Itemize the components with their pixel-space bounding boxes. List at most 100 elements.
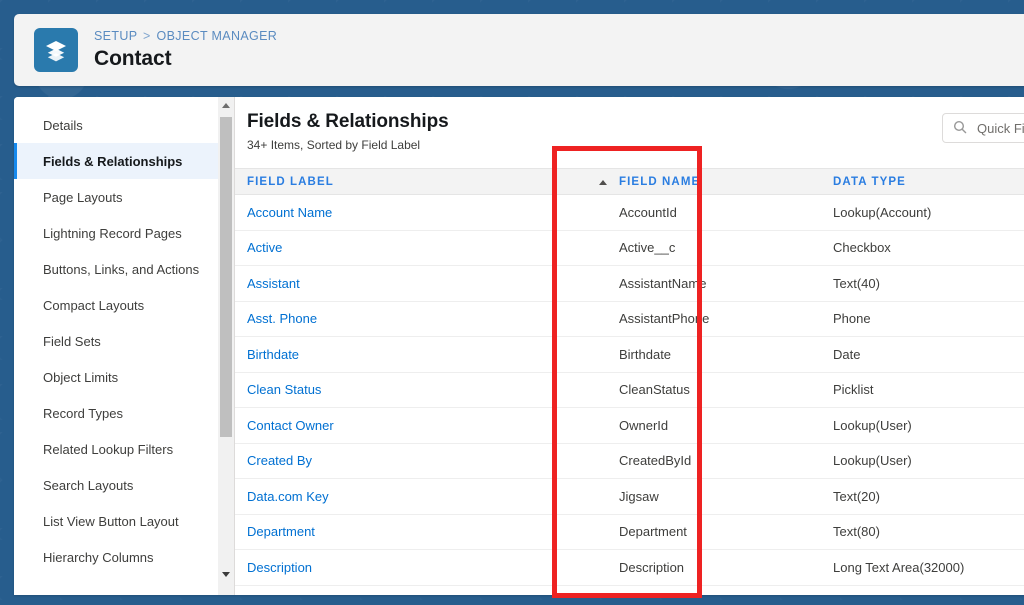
- cell-data-type: Text(40): [821, 265, 1024, 302]
- fields-relationships-panel: Fields & Relationships 34+ Items, Sorted…: [235, 97, 1024, 595]
- sidebar-item-compact-layouts[interactable]: Compact Layouts: [14, 287, 218, 323]
- sidebar-item-record-types[interactable]: Record Types: [14, 395, 218, 431]
- table-header-row: FIELD LABEL FIELD NAME DATA TYPE: [235, 168, 1024, 195]
- sidebar-item-details[interactable]: Details: [14, 107, 218, 143]
- sidebar-scrollbar[interactable]: [218, 97, 235, 595]
- sidebar-item-label: List View Button Layout: [43, 513, 179, 529]
- cell-field-label: Created By: [235, 443, 583, 479]
- sidebar-item-list-view-button-layout[interactable]: List View Button Layout: [14, 503, 218, 539]
- sidebar-item-label: Compact Layouts: [43, 297, 145, 313]
- sidebar-item-hierarchy-columns[interactable]: Hierarchy Columns: [14, 539, 218, 575]
- search-icon: [953, 120, 967, 137]
- scrollbar-thumb[interactable]: [220, 117, 232, 437]
- sidebar-item-label: Related Lookup Filters: [43, 441, 174, 457]
- sidebar-item-buttons-links-actions[interactable]: Buttons, Links, and Actions: [14, 251, 218, 287]
- field-label-link[interactable]: Department: [247, 524, 315, 539]
- cell-field-label: Birthdate: [235, 336, 583, 373]
- layers-stack-icon: [34, 28, 78, 72]
- cell-field-name: Jigsaw: [583, 478, 821, 515]
- table-row[interactable]: Asst. Phone AssistantPhone Phone: [235, 301, 1024, 337]
- cell-field-label: Asst. Phone: [235, 301, 583, 337]
- cell-field-label: Contact Owner: [235, 407, 583, 444]
- table-row[interactable]: Account Name AccountId Lookup(Account): [235, 194, 1024, 231]
- sidebar-item-lightning-record-pages[interactable]: Lightning Record Pages: [14, 215, 218, 251]
- cell-field-label: Assistant: [235, 265, 583, 302]
- cell-field-name: Department: [583, 514, 821, 550]
- cell-field-name: AccountId: [583, 194, 821, 231]
- scroll-down-arrow-icon[interactable]: [218, 566, 234, 583]
- field-label-link[interactable]: Asst. Phone: [247, 311, 317, 326]
- cell-data-type: Lookup(Account): [821, 194, 1024, 231]
- field-label-link[interactable]: Account Name: [247, 205, 332, 220]
- breadcrumb-setup[interactable]: SETUP: [94, 29, 137, 43]
- fields-table-body: Account Name AccountId Lookup(Account) A…: [235, 194, 1024, 586]
- sidebar-item-label: Page Layouts: [43, 189, 123, 205]
- column-header-label: FIELD LABEL: [247, 175, 334, 188]
- column-header-field-name[interactable]: FIELD NAME: [583, 168, 821, 195]
- cell-data-type: Picklist: [821, 372, 1024, 408]
- cell-field-name: AssistantName: [583, 265, 821, 302]
- sidebar-item-label: Buttons, Links, and Actions: [43, 261, 200, 277]
- cell-data-type: Lookup(User): [821, 407, 1024, 444]
- table-row[interactable]: Assistant AssistantName Text(40): [235, 265, 1024, 302]
- sidebar-item-fields-relationships[interactable]: Fields & Relationships: [14, 143, 218, 179]
- sidebar-item-related-lookup-filters[interactable]: Related Lookup Filters: [14, 431, 218, 467]
- table-row[interactable]: Clean Status CleanStatus Picklist: [235, 372, 1024, 408]
- table-row[interactable]: Description Description Long Text Area(3…: [235, 549, 1024, 586]
- cell-field-label: Description: [235, 549, 583, 586]
- quick-find-input[interactable]: [975, 119, 1024, 137]
- cell-field-name: Description: [583, 549, 821, 586]
- sidebar-item-page-layouts[interactable]: Page Layouts: [14, 179, 218, 215]
- cell-data-type: Checkbox: [821, 230, 1024, 266]
- object-manager-sidebar: Details Fields & Relationships Page Layo…: [14, 97, 218, 595]
- list-title: Fields & Relationships: [247, 111, 449, 132]
- sidebar-item-field-sets[interactable]: Field Sets: [14, 323, 218, 359]
- breadcrumb-object-manager[interactable]: OBJECT MANAGER: [157, 29, 278, 43]
- cell-data-type: Long Text Area(32000): [821, 549, 1024, 586]
- list-subtitle: 34+ Items, Sorted by Field Label: [247, 138, 421, 152]
- sidebar-item-search-layouts[interactable]: Search Layouts: [14, 467, 218, 503]
- column-header-label: FIELD NAME: [619, 175, 701, 188]
- sidebar-item-label: Hierarchy Columns: [43, 549, 154, 565]
- table-row[interactable]: Contact Owner OwnerId Lookup(User): [235, 407, 1024, 444]
- field-label-link[interactable]: Contact Owner: [247, 418, 334, 433]
- field-label-link[interactable]: Assistant: [247, 276, 300, 291]
- cell-data-type: Text(20): [821, 478, 1024, 515]
- cell-field-label: Clean Status: [235, 372, 583, 408]
- breadcrumb: SETUP > OBJECT MANAGER: [94, 29, 278, 44]
- scroll-up-arrow-icon[interactable]: [218, 97, 234, 114]
- table-row[interactable]: Birthdate Birthdate Date: [235, 336, 1024, 373]
- column-header-field-label[interactable]: FIELD LABEL: [235, 168, 583, 195]
- cell-field-name: AssistantPhone: [583, 301, 821, 337]
- setup-body-panel: Details Fields & Relationships Page Layo…: [14, 97, 1024, 595]
- field-label-link[interactable]: Created By: [247, 453, 312, 468]
- setup-header: SETUP > OBJECT MANAGER Contact: [14, 14, 1024, 86]
- cell-field-label: Account Name: [235, 194, 583, 231]
- field-label-link[interactable]: Data.com Key: [247, 489, 329, 504]
- cell-field-name: CleanStatus: [583, 372, 821, 408]
- table-row[interactable]: Active Active__c Checkbox: [235, 230, 1024, 266]
- field-label-link[interactable]: Active: [247, 240, 282, 255]
- fields-table-header: FIELD LABEL FIELD NAME DATA TYPE: [235, 168, 1024, 195]
- field-label-link[interactable]: Clean Status: [247, 382, 321, 397]
- table-row[interactable]: Department Department Text(80): [235, 514, 1024, 550]
- field-label-link[interactable]: Birthdate: [247, 347, 299, 362]
- sidebar-item-label: Record Types: [43, 405, 123, 421]
- fields-table: FIELD LABEL FIELD NAME DATA TYPE Account…: [235, 168, 1024, 586]
- sidebar-item-label: Object Limits: [43, 369, 119, 385]
- sidebar-item-label: Lightning Record Pages: [43, 225, 182, 241]
- cell-field-name: Birthdate: [583, 336, 821, 373]
- table-row[interactable]: Created By CreatedById Lookup(User): [235, 443, 1024, 479]
- table-row[interactable]: Data.com Key Jigsaw Text(20): [235, 478, 1024, 515]
- field-label-link[interactable]: Description: [247, 560, 312, 575]
- sort-ascending-icon: [599, 179, 607, 185]
- sidebar-item-object-limits[interactable]: Object Limits: [14, 359, 218, 395]
- cell-data-type: Lookup(User): [821, 443, 1024, 479]
- cell-field-name: Active__c: [583, 230, 821, 266]
- cell-field-label: Data.com Key: [235, 478, 583, 515]
- column-header-data-type[interactable]: DATA TYPE: [821, 168, 1024, 195]
- cell-field-label: Department: [235, 514, 583, 550]
- sidebar-item-label: Details: [43, 117, 83, 133]
- page-title: Contact: [94, 46, 172, 70]
- quick-find-box[interactable]: [942, 113, 1024, 143]
